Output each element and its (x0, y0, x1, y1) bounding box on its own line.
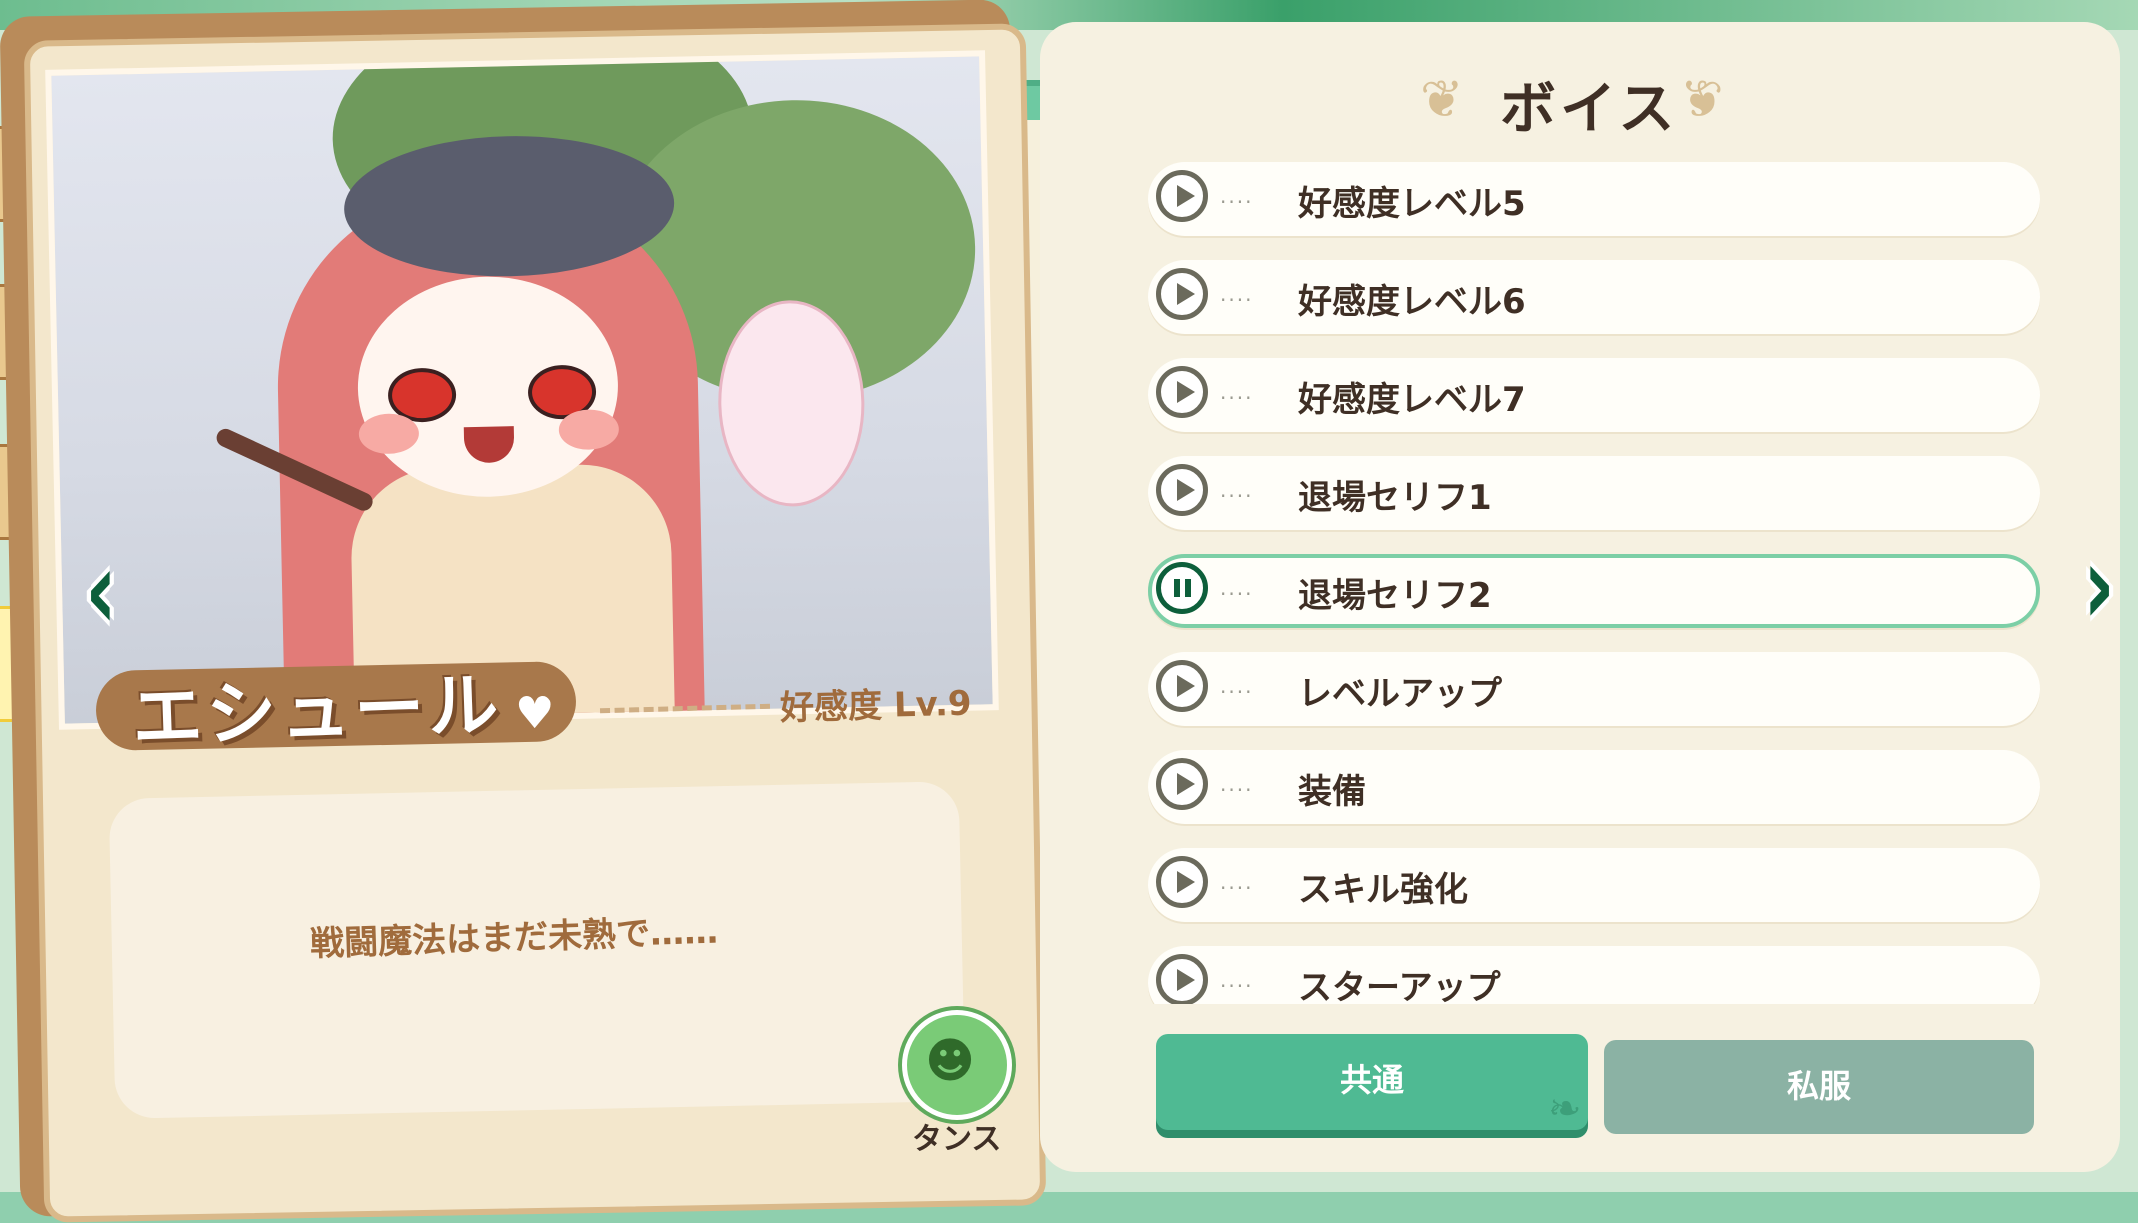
chevron-left-icon: ‹ (85, 526, 117, 654)
voice-item-label: 好感度レベル7 (1298, 380, 1526, 420)
voice-item[interactable]: ···· 装備 (1148, 750, 2040, 824)
voice-item-label: スターアップ (1298, 968, 1501, 1004)
voice-item-label: 退場セリフ2 (1298, 576, 1492, 616)
voice-item-label: 装備 (1298, 772, 1366, 812)
voice-item-label: 好感度レベル5 (1298, 184, 1526, 224)
voice-item-label: レベルアップ (1298, 674, 1502, 714)
play-icon[interactable] (1156, 464, 1208, 516)
dance-button[interactable]: ☻ (902, 1010, 1012, 1120)
voice-panel-title: ボイス (1500, 77, 1679, 142)
voice-item[interactable]: ···· スキル強化 (1148, 848, 2040, 922)
dots-connector: ···· (1220, 288, 1254, 312)
play-icon[interactable] (1156, 758, 1208, 810)
leaf-icon: ❧ (1548, 1086, 1582, 1132)
frog-face-icon: ☻ (925, 1033, 976, 1089)
previous-character-arrow[interactable]: ‹ (77, 526, 126, 654)
voice-item[interactable]: ···· 退場セリフ1 (1148, 456, 2040, 530)
chevron-right-icon: › (2083, 521, 2115, 649)
dots-connector: ···· (1220, 386, 1254, 410)
heart-icon: ♥ (515, 688, 555, 739)
laurel-icon: ❦ (1680, 70, 1724, 130)
voice-item[interactable]: ···· 好感度レベル7 (1148, 358, 2040, 432)
tab-casual[interactable]: 私服 (1604, 1040, 2034, 1134)
dots-connector: ···· (1220, 190, 1254, 214)
dots-connector: ···· (1220, 876, 1254, 900)
play-icon[interactable] (1156, 660, 1208, 712)
dots-connector: ···· (1220, 484, 1254, 508)
pause-icon[interactable] (1156, 562, 1208, 614)
play-icon[interactable] (1156, 366, 1208, 418)
dots-connector: ···· (1220, 974, 1254, 998)
dance-button-label[interactable]: タンス (912, 1114, 1001, 1158)
play-icon[interactable] (1156, 268, 1208, 320)
next-character-arrow[interactable]: › (2075, 521, 2124, 649)
affinity-level: 好感度 Lv.9 (779, 683, 973, 729)
dots-connector: ···· (1220, 680, 1254, 704)
play-icon[interactable] (1156, 170, 1208, 222)
voice-item-label: 退場セリフ1 (1298, 478, 1492, 518)
dots-connector: ···· (1220, 582, 1254, 606)
character-portrait (45, 50, 999, 730)
voice-list[interactable]: ···· 好感度レベル5 ···· 好感度レベル6 ···· 好感度レベル7 ·… (1148, 162, 2044, 1004)
voice-item[interactable]: ···· 好感度レベル5 (1148, 162, 2040, 236)
voice-item-label: スキル強化 (1298, 870, 1468, 910)
voice-item-label: 好感度レベル6 (1298, 282, 1526, 322)
character-name: エシュール (130, 663, 504, 759)
voice-item[interactable]: ···· スターアップ (1148, 946, 2040, 1004)
laurel-icon: ❦ (1420, 70, 1464, 130)
play-icon[interactable] (1156, 856, 1208, 908)
dots-connector: ···· (1220, 778, 1254, 802)
play-icon[interactable] (1156, 954, 1208, 1004)
voice-item-active[interactable]: ···· 退場セリフ2 (1148, 554, 2040, 628)
tab-common[interactable]: 共通 (1156, 1034, 1588, 1130)
voice-item[interactable]: ···· 好感度レベル6 (1148, 260, 2040, 334)
voice-item[interactable]: ···· レベルアップ (1148, 652, 2040, 726)
